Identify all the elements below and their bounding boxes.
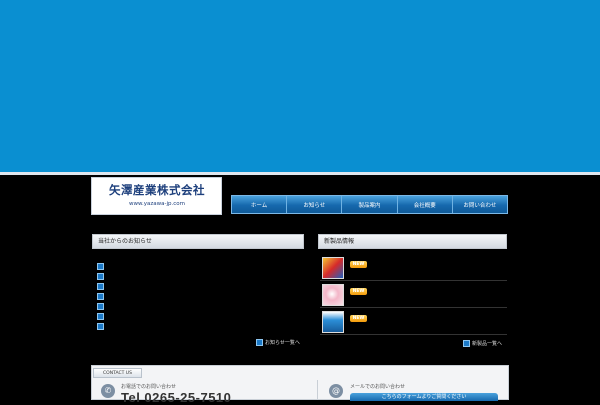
- bullet-icon: [97, 283, 104, 290]
- nav-item-contact[interactable]: お問い合わせ: [453, 196, 507, 213]
- product-thumbnail[interactable]: [322, 257, 344, 279]
- list-item[interactable]: [97, 312, 297, 322]
- nav-item-products[interactable]: 製品案内: [342, 196, 398, 213]
- product-thumbnail[interactable]: [322, 311, 344, 333]
- global-nav: ホーム お知らせ 製品案内 会社概要 お問い合わせ: [231, 195, 508, 214]
- list-item[interactable]: [97, 282, 297, 292]
- news-list: [97, 262, 297, 332]
- phone-number: Tel 0265-25-7510: [121, 390, 232, 405]
- bullet-icon: [97, 263, 104, 270]
- hero-banner: [0, 0, 600, 172]
- contact-tab: CONTACT US: [93, 368, 142, 378]
- bullet-icon: [97, 273, 104, 280]
- logo[interactable]: 矢澤産業株式会社 www.yazawa-jp.com: [91, 177, 222, 215]
- mail-label: メールでのお問い合わせ: [350, 384, 406, 390]
- bullet-icon: [97, 313, 104, 320]
- news-panel-title: 当社からのお知らせ: [92, 234, 304, 249]
- product-item[interactable]: NEW: [320, 283, 507, 308]
- list-item[interactable]: [97, 272, 297, 282]
- company-name: 矢澤産業株式会社: [109, 183, 205, 197]
- phone-icon: ✆: [101, 384, 115, 398]
- list-item[interactable]: [97, 322, 297, 332]
- bullet-icon: [97, 293, 104, 300]
- bullet-icon: [97, 323, 104, 330]
- new-badge: NEW: [350, 261, 367, 268]
- arrow-icon: [256, 339, 263, 346]
- phone-label: お電話でのお問い合わせ: [121, 384, 177, 390]
- list-item[interactable]: [97, 262, 297, 272]
- product-item[interactable]: NEW: [320, 256, 507, 281]
- products-more-link[interactable]: 新製品一覧へ: [463, 340, 502, 347]
- news-more-link[interactable]: お知らせ一覧へ: [256, 339, 300, 346]
- nav-item-company[interactable]: 会社概要: [398, 196, 453, 213]
- company-url: www.yazawa-jp.com: [129, 201, 185, 207]
- product-item[interactable]: NEW: [320, 310, 507, 335]
- arrow-icon: [463, 340, 470, 347]
- new-badge: NEW: [350, 288, 367, 295]
- list-item[interactable]: [97, 292, 297, 302]
- contact-divider: [317, 380, 318, 400]
- product-thumbnail[interactable]: [322, 284, 344, 306]
- products-panel-title: 新製品情報: [318, 234, 507, 249]
- news-more-label: お知らせ一覧へ: [265, 340, 300, 346]
- nav-item-home[interactable]: ホーム: [232, 196, 288, 213]
- products-more-label: 新製品一覧へ: [472, 341, 503, 347]
- hero-divider: [0, 172, 600, 175]
- nav-item-news[interactable]: お知らせ: [287, 196, 343, 213]
- list-item[interactable]: [97, 302, 297, 312]
- new-badge: NEW: [350, 315, 367, 322]
- mail-icon: @: [329, 384, 343, 398]
- bullet-icon: [97, 303, 104, 310]
